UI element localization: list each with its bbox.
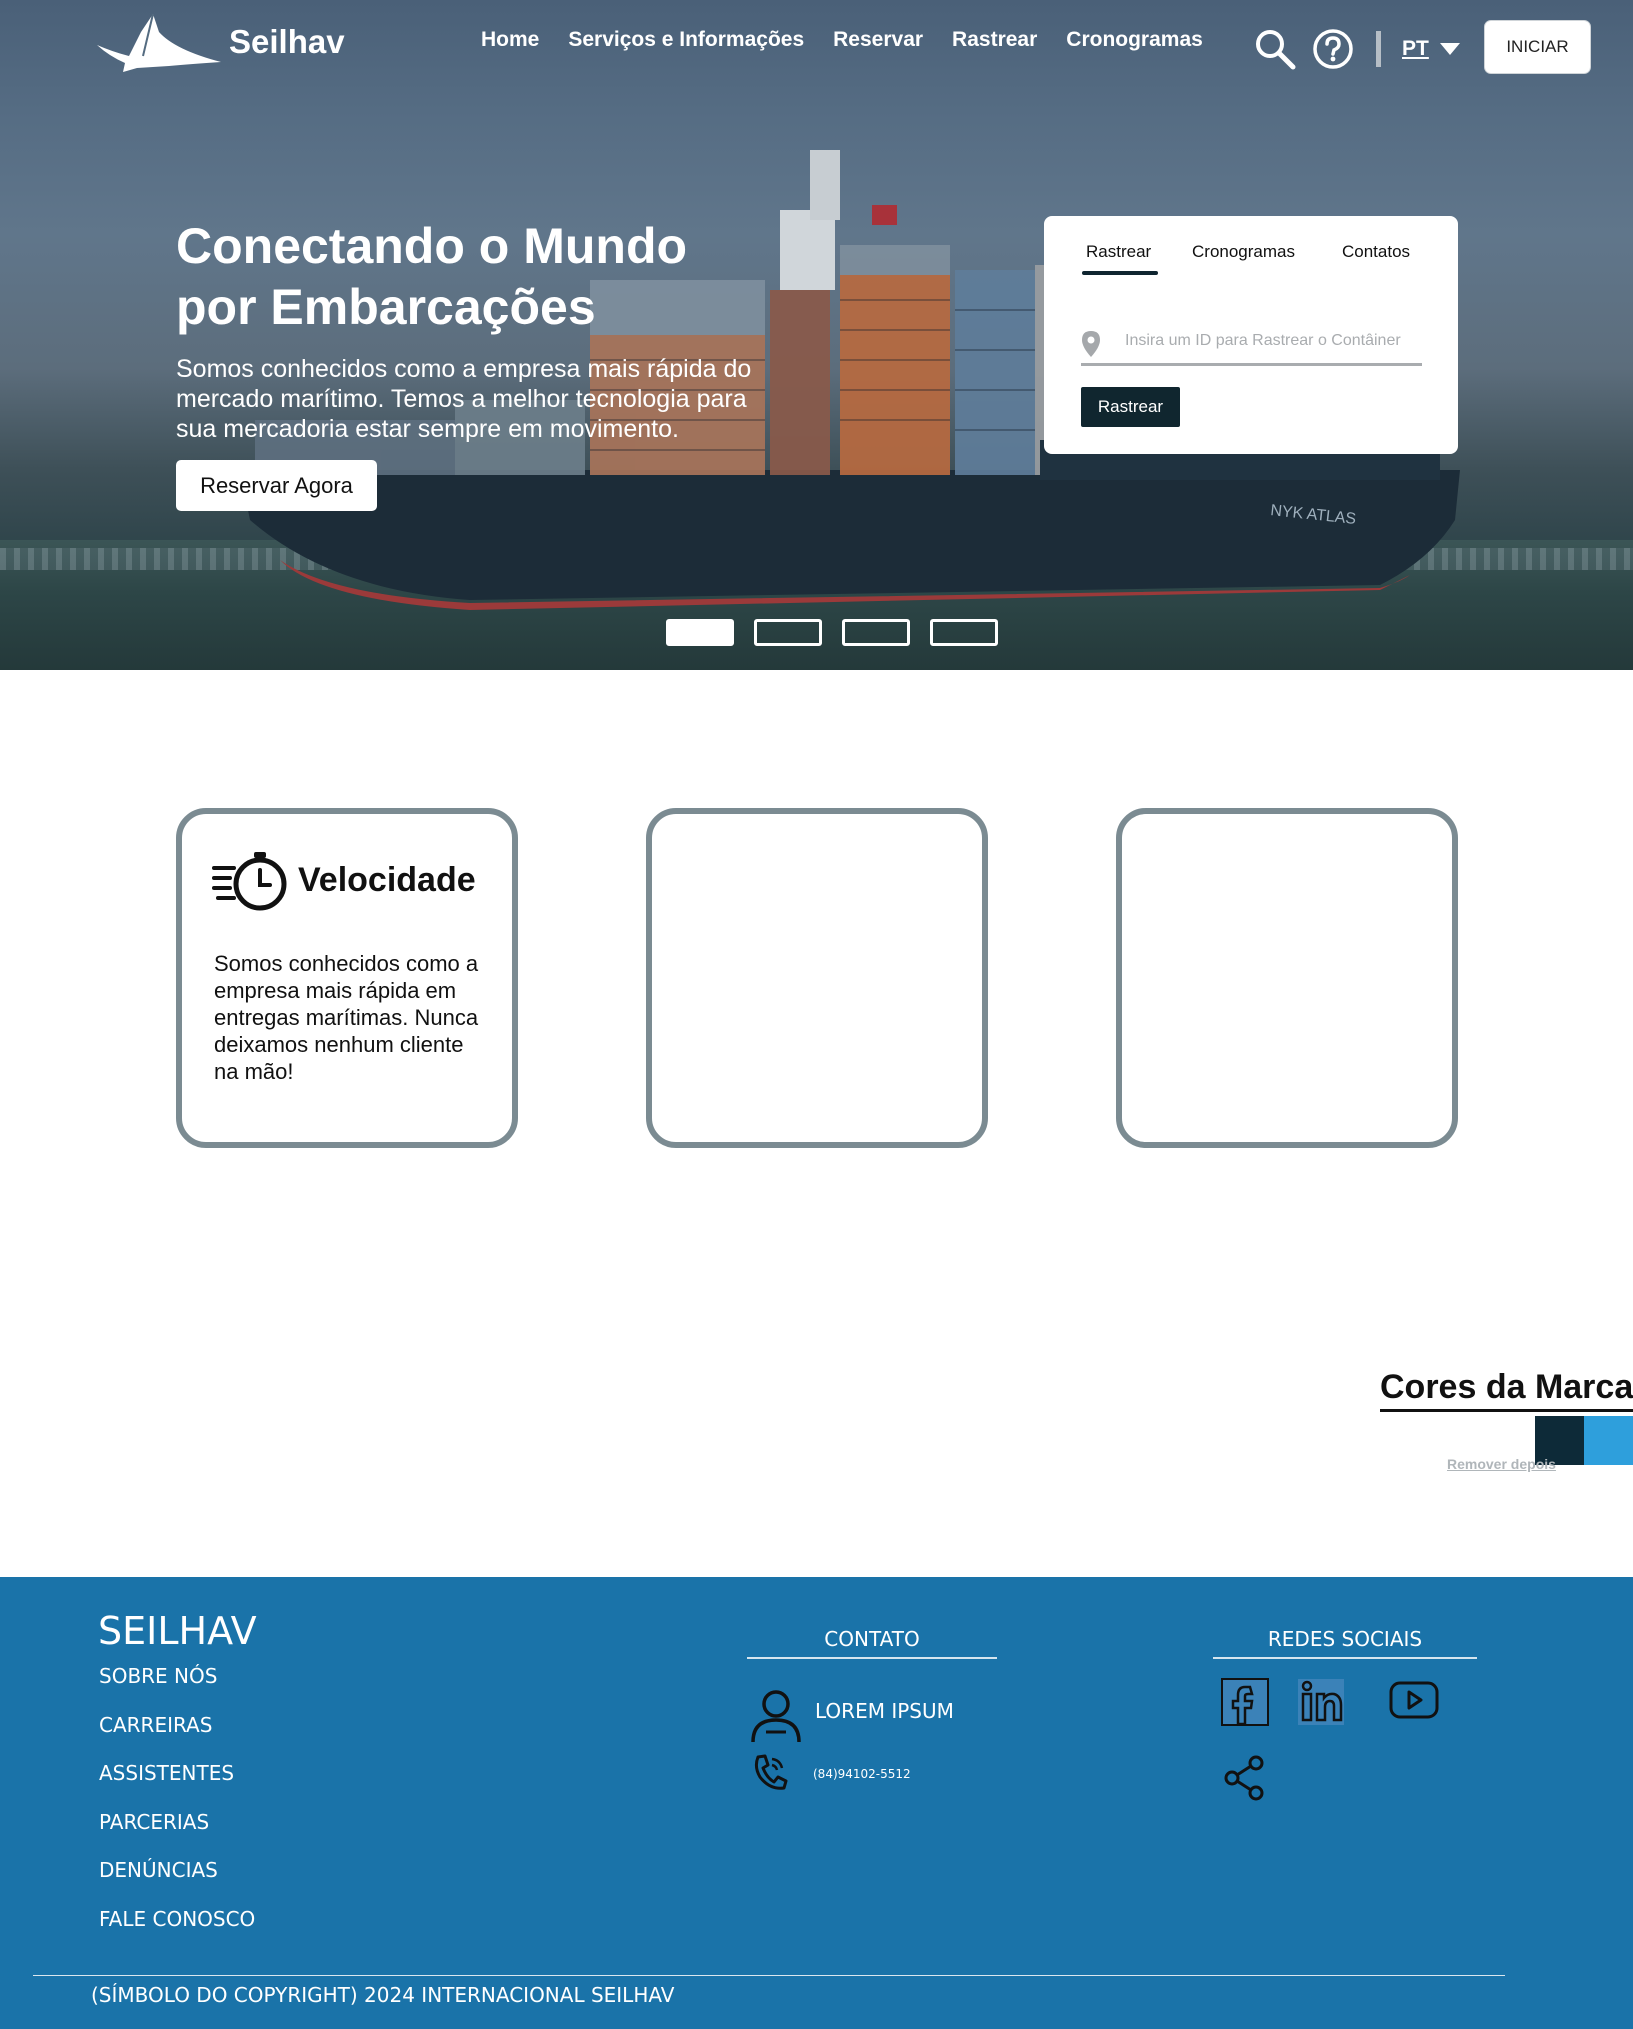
carousel-dot-3[interactable] — [842, 619, 910, 646]
feature-card-empty-2 — [646, 808, 988, 1148]
container-id-input[interactable] — [1125, 332, 1420, 350]
map-pin-icon — [1082, 331, 1100, 357]
brand-colors-panel: Cores da Marca Remover depois — [1380, 1368, 1633, 1472]
person-icon — [751, 1690, 801, 1743]
hero-section: NYK ATLAS Seilhav Home Serviços e Inform… — [0, 0, 1633, 670]
footer-link-contact-us[interactable]: FALE CONOSCO — [99, 1907, 255, 1956]
feature-card-title: Velocidade — [298, 860, 476, 899]
nav-divider — [1376, 31, 1381, 67]
tab-rastrear[interactable]: Rastrear — [1086, 242, 1151, 262]
hero-subtitle: Somos conhecidos como a empresa mais ráp… — [176, 355, 752, 443]
top-navigation: Seilhav Home Serviços e Informações Rese… — [0, 0, 1633, 95]
tracking-widget: Rastrear Cronogramas Contatos Rastrear — [1044, 216, 1458, 454]
carousel-dot-4[interactable] — [930, 619, 998, 646]
active-tab-indicator — [1082, 271, 1158, 275]
footer-link-careers[interactable]: CARREIRAS — [99, 1713, 255, 1762]
nav-rastrear[interactable]: Rastrear — [952, 28, 1037, 52]
feature-card-text: Somos conhecidos como a empresa mais ráp… — [214, 951, 479, 1084]
brand-colors-title: Cores da Marca — [1380, 1368, 1633, 1412]
nav-services[interactable]: Serviços e Informações — [568, 28, 804, 52]
facebook-icon[interactable] — [1220, 1677, 1270, 1727]
nav-home[interactable]: Home — [481, 28, 539, 52]
help-icon[interactable] — [1312, 28, 1354, 70]
feature-card-header: Velocidade — [212, 848, 476, 912]
feature-card-speed: Velocidade Somos conhecidos como a empre… — [176, 808, 518, 1148]
footer-social-title: REDES SOCIAIS — [1213, 1627, 1477, 1659]
logo-ray-icon — [97, 13, 221, 72]
track-button[interactable]: Rastrear — [1081, 387, 1180, 427]
feature-card-empty-3 — [1116, 808, 1458, 1148]
language-selector[interactable]: PT — [1402, 37, 1461, 61]
footer-link-about[interactable]: SOBRE NÓS — [99, 1664, 255, 1713]
book-now-button[interactable]: Reservar Agora — [176, 460, 377, 511]
tracking-field — [1081, 326, 1422, 366]
footer-links: SOBRE NÓS CARREIRAS ASSISTENTES PARCERIA… — [99, 1664, 255, 1956]
footer-contact-phone: (84)94102-5512 — [813, 1767, 911, 1781]
nav-cronogramas[interactable]: Cronogramas — [1066, 28, 1203, 52]
footer-divider — [33, 1975, 1505, 1976]
linkedin-icon[interactable] — [1296, 1677, 1346, 1727]
carousel-dot-1[interactable] — [666, 619, 734, 646]
hero-title: Conectando o Mundo por Embarcações — [176, 218, 688, 335]
logo[interactable]: Seilhav — [95, 12, 345, 72]
footer-link-reports[interactable]: DENÚNCIAS — [99, 1858, 255, 1907]
tab-contatos[interactable]: Contatos — [1342, 242, 1410, 262]
footer-copyright: (SÍMBOLO DO COPYRIGHT) 2024 INTERNACIONA… — [91, 1983, 675, 2007]
footer-brand: SEILHAV — [98, 1609, 257, 1653]
footer-contact-name: LOREM IPSUM — [815, 1699, 954, 1723]
brand-name: Seilhav — [229, 23, 345, 60]
tab-cronogramas[interactable]: Cronogramas — [1192, 242, 1295, 262]
carousel-dot-2[interactable] — [754, 619, 822, 646]
search-icon[interactable] — [1254, 28, 1296, 70]
footer-contact-title: CONTATO — [747, 1627, 997, 1659]
tracking-tabs: Rastrear Cronogramas Contatos — [1044, 242, 1458, 282]
nav-reservar[interactable]: Reservar — [833, 28, 923, 52]
language-code: PT — [1402, 37, 1429, 60]
start-button[interactable]: INICIAR — [1484, 20, 1591, 74]
stopwatch-speed-icon — [212, 852, 287, 911]
main-nav: Home Serviços e Informações Reservar Ras… — [481, 28, 1203, 52]
remove-later-note[interactable]: Remover depois — [1447, 1456, 1556, 1472]
caret-down-icon — [1439, 43, 1460, 55]
brand-swatch-light — [1584, 1416, 1633, 1465]
share-icon[interactable] — [1222, 1754, 1268, 1802]
carousel-indicators — [666, 619, 998, 646]
youtube-icon[interactable] — [1389, 1680, 1439, 1720]
phone-icon — [754, 1754, 788, 1790]
nav-utilities: PT — [1254, 28, 1461, 70]
footer: SEILHAV SOBRE NÓS CARREIRAS ASSISTENTES … — [0, 1577, 1633, 2029]
footer-link-partners[interactable]: PARCERIAS — [99, 1810, 255, 1859]
footer-link-assistants[interactable]: ASSISTENTES — [99, 1761, 255, 1810]
